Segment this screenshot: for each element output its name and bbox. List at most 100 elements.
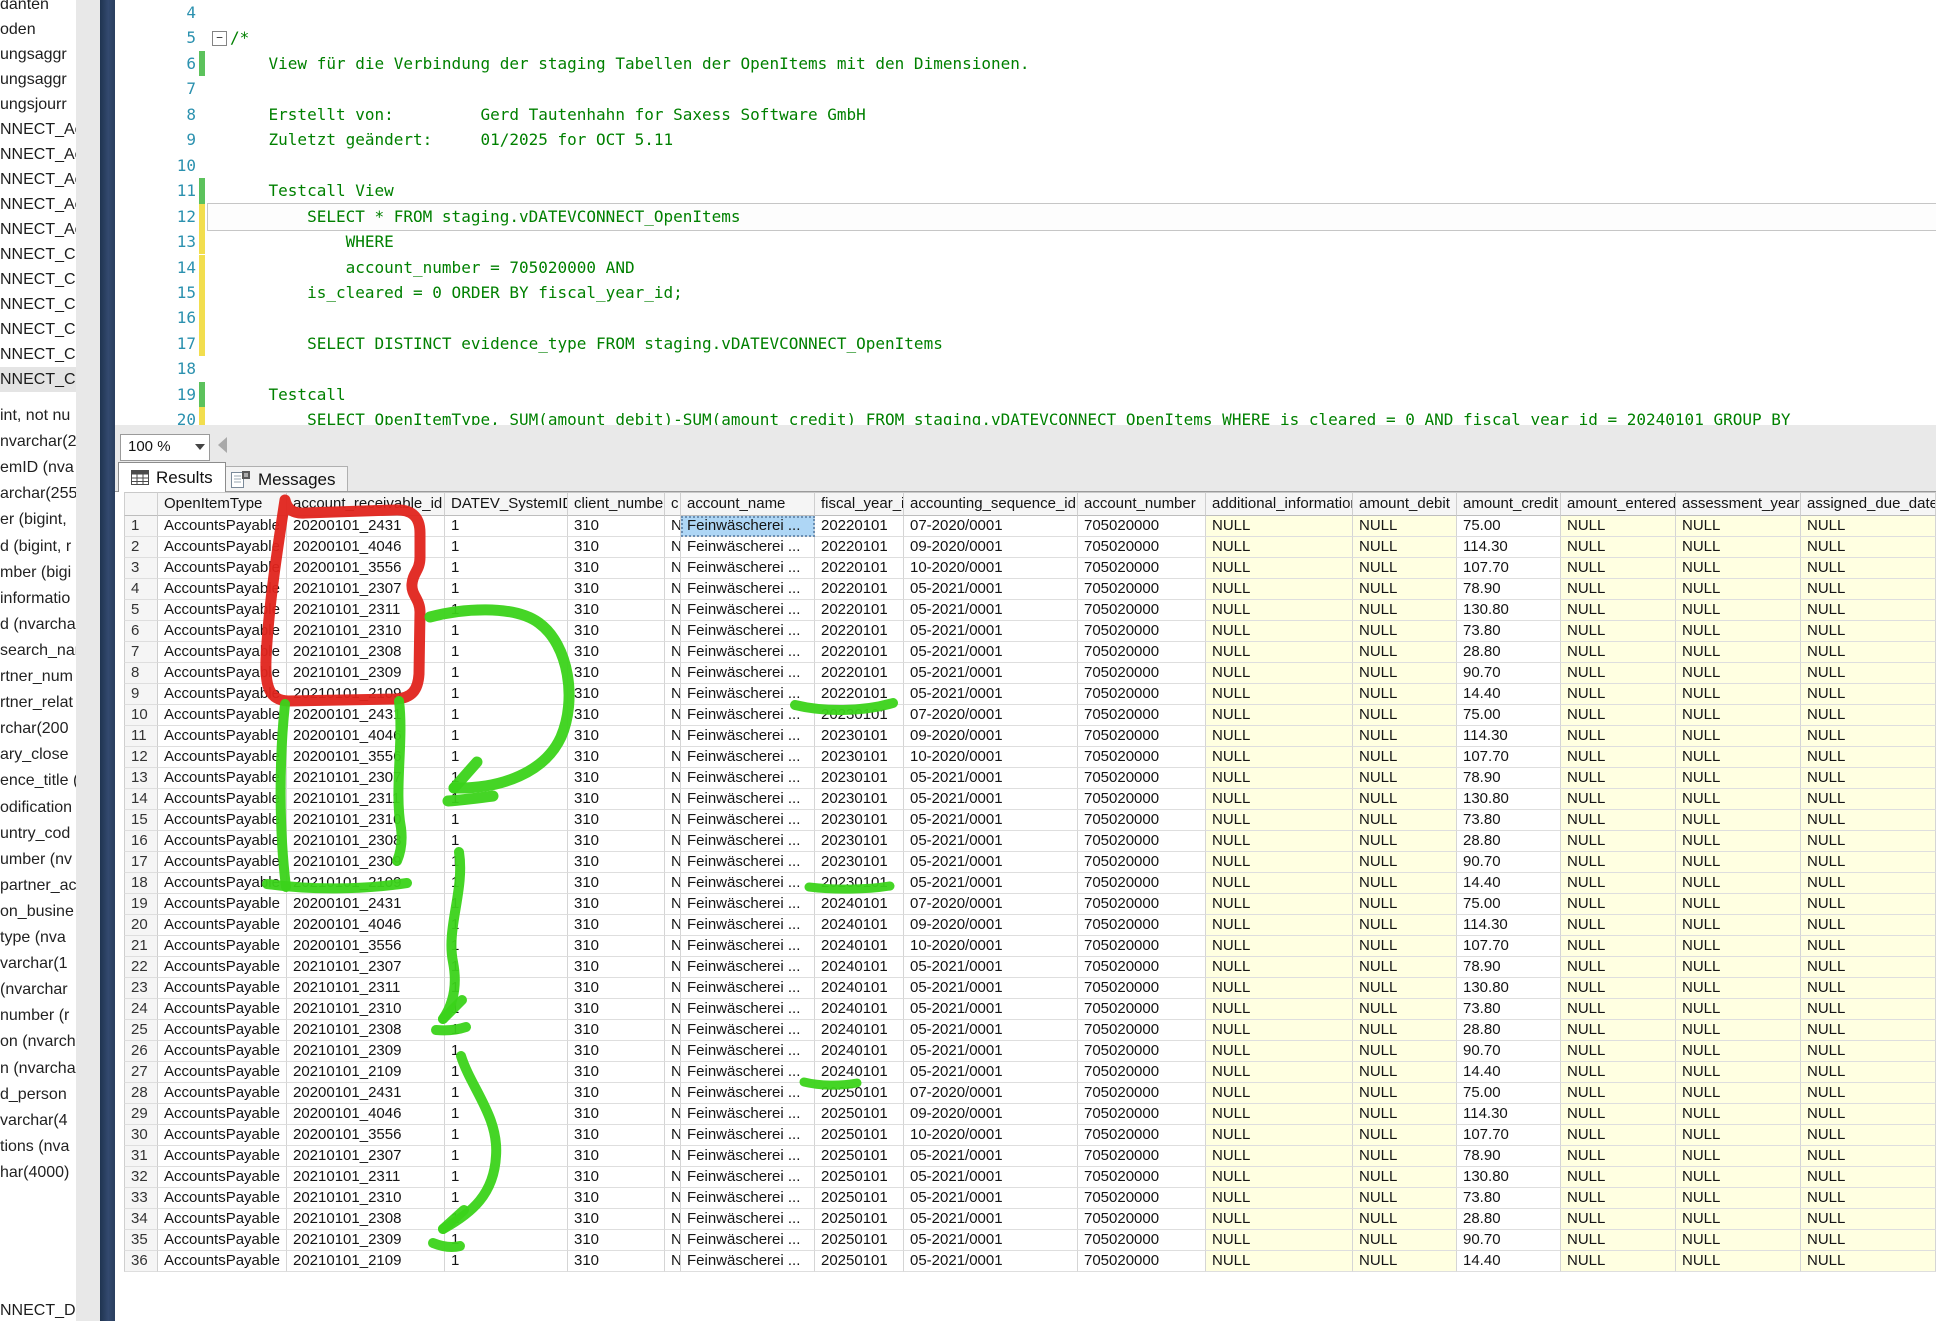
grid-header-rownum[interactable] — [124, 492, 158, 516]
grid-cell-amount_entered[interactable]: NULL — [1561, 1083, 1676, 1104]
grid-cell-additional_information[interactable]: NULL — [1206, 1146, 1353, 1167]
grid-cell-amount_entered[interactable]: NULL — [1561, 579, 1676, 600]
grid-cell-amount_credit[interactable]: 114.30 — [1457, 537, 1561, 558]
grid-cell-accounting_sequence_id[interactable]: 05-2021/0001 — [904, 852, 1078, 873]
grid-cell-account_receivable_id[interactable]: 20210101_2109 — [287, 684, 445, 705]
grid-cell-additional_information[interactable]: NULL — [1206, 999, 1353, 1020]
grid-cell-DATEV_SystemID[interactable]: 1 — [445, 663, 568, 684]
grid-cell-c[interactable]: N — [665, 1125, 681, 1146]
grid-cell-OpenItemType[interactable]: AccountsPayable — [158, 852, 287, 873]
grid-cell-client_number[interactable]: 310 — [568, 894, 665, 915]
grid-cell-accounting_sequence_id[interactable]: 09-2020/0001 — [904, 1104, 1078, 1125]
grid-cell-fiscal_year_id[interactable]: 20230101 — [815, 831, 904, 852]
grid-cell-assessment_year[interactable]: NULL — [1676, 516, 1801, 537]
grid-cell-rownum[interactable]: 14 — [124, 789, 158, 810]
grid-cell-additional_information[interactable]: NULL — [1206, 558, 1353, 579]
grid-cell-accounting_sequence_id[interactable]: 05-2021/0001 — [904, 810, 1078, 831]
grid-cell-amount_credit[interactable]: 75.00 — [1457, 1083, 1561, 1104]
grid-cell-account_number[interactable]: 705020000 — [1078, 1146, 1206, 1167]
grid-cell-assigned_due_date[interactable]: NULL — [1801, 1125, 1936, 1146]
grid-cell-rownum[interactable]: 1 — [124, 516, 158, 537]
grid-cell-account_receivable_id[interactable]: 20210101_2309 — [287, 1230, 445, 1251]
grid-cell-rownum[interactable]: 13 — [124, 768, 158, 789]
grid-cell-amount_debit[interactable]: NULL — [1353, 1083, 1457, 1104]
grid-cell-amount_entered[interactable]: NULL — [1561, 936, 1676, 957]
grid-cell-c[interactable]: N — [665, 558, 681, 579]
grid-cell-fiscal_year_id[interactable]: 20230101 — [815, 726, 904, 747]
sidebar-item[interactable]: NNECT_Co — [0, 317, 76, 342]
grid-cell-amount_credit[interactable]: 73.80 — [1457, 1188, 1561, 1209]
grid-cell-amount_credit[interactable]: 107.70 — [1457, 558, 1561, 579]
grid-cell-assigned_due_date[interactable]: NULL — [1801, 1062, 1936, 1083]
grid-cell-amount_entered[interactable]: NULL — [1561, 1146, 1676, 1167]
grid-cell-assigned_due_date[interactable]: NULL — [1801, 600, 1936, 621]
grid-header-account_name[interactable]: account_name — [681, 492, 815, 516]
grid-cell-amount_entered[interactable]: NULL — [1561, 516, 1676, 537]
grid-cell-additional_information[interactable]: NULL — [1206, 663, 1353, 684]
grid-cell-amount_credit[interactable]: 73.80 — [1457, 810, 1561, 831]
grid-cell-fiscal_year_id[interactable]: 20240101 — [815, 999, 904, 1020]
grid-cell-accounting_sequence_id[interactable]: 07-2020/0001 — [904, 894, 1078, 915]
grid-cell-assessment_year[interactable]: NULL — [1676, 873, 1801, 894]
grid-cell-OpenItemType[interactable]: AccountsPayable — [158, 663, 287, 684]
grid-cell-account_number[interactable]: 705020000 — [1078, 1188, 1206, 1209]
grid-cell-account_name[interactable]: Feinwäscherei ... — [681, 1104, 815, 1125]
sidebar-item[interactable]: ungsaggr — [0, 67, 76, 92]
grid-cell-OpenItemType[interactable]: AccountsPayable — [158, 1209, 287, 1230]
grid-cell-client_number[interactable]: 310 — [568, 978, 665, 999]
grid-cell-amount_credit[interactable]: 75.00 — [1457, 894, 1561, 915]
grid-cell-additional_information[interactable]: NULL — [1206, 537, 1353, 558]
grid-cell-additional_information[interactable]: NULL — [1206, 1041, 1353, 1062]
grid-cell-client_number[interactable]: 310 — [568, 1251, 665, 1272]
grid-cell-account_number[interactable]: 705020000 — [1078, 642, 1206, 663]
grid-cell-account_receivable_id[interactable]: 20200101_2431 — [287, 894, 445, 915]
grid-cell-rownum[interactable]: 3 — [124, 558, 158, 579]
grid-cell-amount_entered[interactable]: NULL — [1561, 1188, 1676, 1209]
grid-cell-c[interactable]: N — [665, 726, 681, 747]
grid-cell-amount_entered[interactable]: NULL — [1561, 810, 1676, 831]
grid-cell-c[interactable]: N — [665, 810, 681, 831]
grid-cell-OpenItemType[interactable]: AccountsPayable — [158, 957, 287, 978]
grid-header-account_number[interactable]: account_number — [1078, 492, 1206, 516]
grid-cell-OpenItemType[interactable]: AccountsPayable — [158, 810, 287, 831]
grid-cell-amount_credit[interactable]: 78.90 — [1457, 1146, 1561, 1167]
grid-cell-accounting_sequence_id[interactable]: 05-2021/0001 — [904, 600, 1078, 621]
grid-cell-assessment_year[interactable]: NULL — [1676, 1188, 1801, 1209]
grid-cell-amount_debit[interactable]: NULL — [1353, 936, 1457, 957]
grid-cell-account_receivable_id[interactable]: 20210101_2309 — [287, 1041, 445, 1062]
grid-cell-assessment_year[interactable]: NULL — [1676, 1083, 1801, 1104]
grid-cell-accounting_sequence_id[interactable]: 07-2020/0001 — [904, 705, 1078, 726]
sidebar-item[interactable]: NNECT_Co — [0, 267, 76, 292]
grid-cell-assessment_year[interactable]: NULL — [1676, 537, 1801, 558]
grid-cell-account_number[interactable]: 705020000 — [1078, 831, 1206, 852]
grid-cell-account_name[interactable]: Feinwäscherei ... — [681, 936, 815, 957]
grid-cell-assigned_due_date[interactable]: NULL — [1801, 894, 1936, 915]
grid-cell-amount_debit[interactable]: NULL — [1353, 810, 1457, 831]
grid-cell-account_name[interactable]: Feinwäscherei ... — [681, 621, 815, 642]
grid-cell-client_number[interactable]: 310 — [568, 1209, 665, 1230]
grid-cell-rownum[interactable]: 9 — [124, 684, 158, 705]
grid-cell-c[interactable]: N — [665, 1251, 681, 1272]
grid-cell-assessment_year[interactable]: NULL — [1676, 558, 1801, 579]
grid-cell-client_number[interactable]: 310 — [568, 600, 665, 621]
grid-cell-fiscal_year_id[interactable]: 20220101 — [815, 558, 904, 579]
grid-cell-DATEV_SystemID[interactable]: 1 — [445, 558, 568, 579]
grid-cell-amount_entered[interactable]: NULL — [1561, 915, 1676, 936]
grid-cell-account_receivable_id[interactable]: 20200101_2431 — [287, 705, 445, 726]
grid-cell-fiscal_year_id[interactable]: 20240101 — [815, 1041, 904, 1062]
grid-cell-account_receivable_id[interactable]: 20210101_2109 — [287, 873, 445, 894]
grid-cell-assigned_due_date[interactable]: NULL — [1801, 579, 1936, 600]
grid-cell-account_receivable_id[interactable]: 20210101_2310 — [287, 810, 445, 831]
grid-cell-amount_entered[interactable]: NULL — [1561, 1062, 1676, 1083]
grid-cell-amount_entered[interactable]: NULL — [1561, 1230, 1676, 1251]
grid-cell-rownum[interactable]: 29 — [124, 1104, 158, 1125]
grid-cell-assigned_due_date[interactable]: NULL — [1801, 1146, 1936, 1167]
grid-cell-account_number[interactable]: 705020000 — [1078, 663, 1206, 684]
grid-cell-DATEV_SystemID[interactable]: 1 — [445, 789, 568, 810]
grid-cell-fiscal_year_id[interactable]: 20250101 — [815, 1230, 904, 1251]
grid-cell-assigned_due_date[interactable]: NULL — [1801, 789, 1936, 810]
grid-cell-amount_credit[interactable]: 130.80 — [1457, 789, 1561, 810]
grid-cell-account_number[interactable]: 705020000 — [1078, 579, 1206, 600]
grid-cell-rownum[interactable]: 16 — [124, 831, 158, 852]
grid-cell-amount_debit[interactable]: NULL — [1353, 1104, 1457, 1125]
